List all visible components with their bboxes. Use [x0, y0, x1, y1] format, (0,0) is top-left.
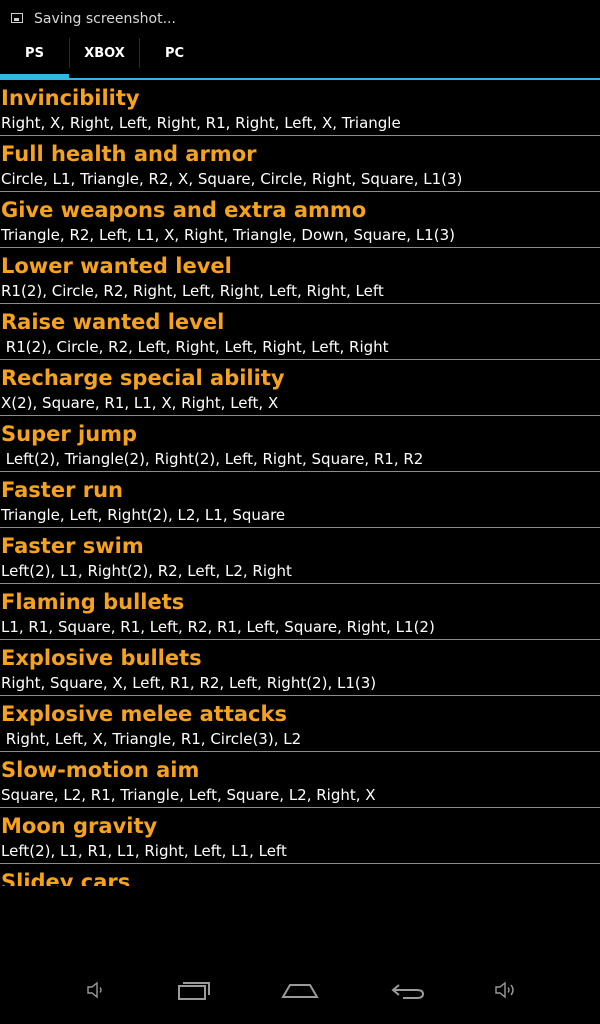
list-item[interactable]: Recharge special ability X(2), Square, R…: [0, 360, 600, 416]
tab-ps[interactable]: PS: [0, 28, 69, 78]
platform-tabs: PS XBOX PC: [0, 28, 600, 80]
cheat-code: Right, Square, X, Left, R1, R2, Left, Ri…: [1, 674, 377, 692]
volume-up-icon[interactable]: [488, 972, 524, 1008]
cheat-code: Triangle, Left, Right(2), L2, L1, Square: [1, 506, 286, 524]
list-item[interactable]: Raise wanted level R1(2), Circle, R2, Le…: [0, 304, 600, 360]
screenshot-icon: [11, 13, 23, 23]
cheat-code: Left(2), Triangle(2), Right(2), Left, Ri…: [1, 450, 424, 468]
volume-down-icon[interactable]: [78, 972, 114, 1008]
tab-pc[interactable]: PC: [140, 28, 209, 78]
cheat-title: Faster run: [1, 478, 123, 502]
cheat-code: Right, Left, X, Triangle, R1, Circle(3),…: [1, 730, 302, 748]
recent-apps-icon[interactable]: [172, 972, 216, 1008]
list-item[interactable]: Give weapons and extra ammo Triangle, R2…: [0, 192, 600, 248]
cheat-title: Moon gravity: [1, 814, 158, 838]
cheat-code: R1(2), Circle, R2, Left, Right, Left, Ri…: [1, 338, 389, 356]
cheat-code: X(2), Square, R1, L1, X, Right, Left, X: [1, 394, 279, 412]
cheat-title: Explosive melee attacks: [1, 702, 287, 726]
cheat-title: Super jump: [1, 422, 138, 446]
cheat-title: Slow-motion aim: [1, 758, 200, 782]
cheat-title: Full health and armor: [1, 142, 257, 166]
cheat-code: Triangle, R2, Left, L1, X, Right, Triang…: [1, 226, 455, 244]
list-item[interactable]: Full health and armor Circle, L1, Triang…: [0, 136, 600, 192]
status-notification: Saving screenshot...: [34, 11, 176, 27]
navigation-bar: [0, 960, 600, 1024]
cheat-title: Explosive bullets: [1, 646, 202, 670]
cheat-title: Slidey cars: [1, 870, 131, 886]
list-item[interactable]: Faster swim Left(2), L1, Right(2), R2, L…: [0, 528, 600, 584]
cheat-title: Faster swim: [1, 534, 144, 558]
cheat-title: Invincibility: [1, 86, 140, 110]
list-item[interactable]: Slidey cars: [0, 864, 600, 886]
list-item[interactable]: Explosive melee attacks Right, Left, X, …: [0, 696, 600, 752]
cheat-title: Raise wanted level: [1, 310, 225, 334]
cheat-title: Flaming bullets: [1, 590, 185, 614]
cheat-code: Left(2), L1, R1, L1, Right, Left, L1, Le…: [1, 842, 287, 860]
list-item[interactable]: Explosive bullets Right, Square, X, Left…: [0, 640, 600, 696]
cheat-code: Square, L2, R1, Triangle, Left, Square, …: [1, 786, 376, 804]
cheat-code: Right, X, Right, Left, Right, R1, Right,…: [1, 114, 401, 132]
cheat-title: Lower wanted level: [1, 254, 232, 278]
list-item[interactable]: Moon gravity Left(2), L1, R1, L1, Right,…: [0, 808, 600, 864]
cheat-code: Circle, L1, Triangle, R2, X, Square, Cir…: [1, 170, 463, 188]
cheat-title: Give weapons and extra ammo: [1, 198, 367, 222]
list-item[interactable]: Slow-motion aim Square, L2, R1, Triangle…: [0, 752, 600, 808]
list-item[interactable]: Faster run Triangle, Left, Right(2), L2,…: [0, 472, 600, 528]
list-item[interactable]: Lower wanted level R1(2), Circle, R2, Ri…: [0, 248, 600, 304]
list-item[interactable]: Flaming bullets L1, R1, Square, R1, Left…: [0, 584, 600, 640]
cheat-code: Left(2), L1, Right(2), R2, Left, L2, Rig…: [1, 562, 292, 580]
cheat-title: Recharge special ability: [1, 366, 285, 390]
home-icon[interactable]: [278, 972, 322, 1008]
list-item[interactable]: Invincibility Right, X, Right, Left, Rig…: [0, 80, 600, 136]
list-item[interactable]: Super jump Left(2), Triangle(2), Right(2…: [0, 416, 600, 472]
status-bar: Saving screenshot...: [0, 0, 600, 28]
cheat-code: L1, R1, Square, R1, Left, R2, R1, Left, …: [1, 618, 435, 636]
tab-xbox[interactable]: XBOX: [70, 28, 139, 78]
back-icon[interactable]: [386, 972, 430, 1008]
cheat-list[interactable]: Invincibility Right, X, Right, Left, Rig…: [0, 80, 600, 886]
cheat-code: R1(2), Circle, R2, Right, Left, Right, L…: [1, 282, 384, 300]
